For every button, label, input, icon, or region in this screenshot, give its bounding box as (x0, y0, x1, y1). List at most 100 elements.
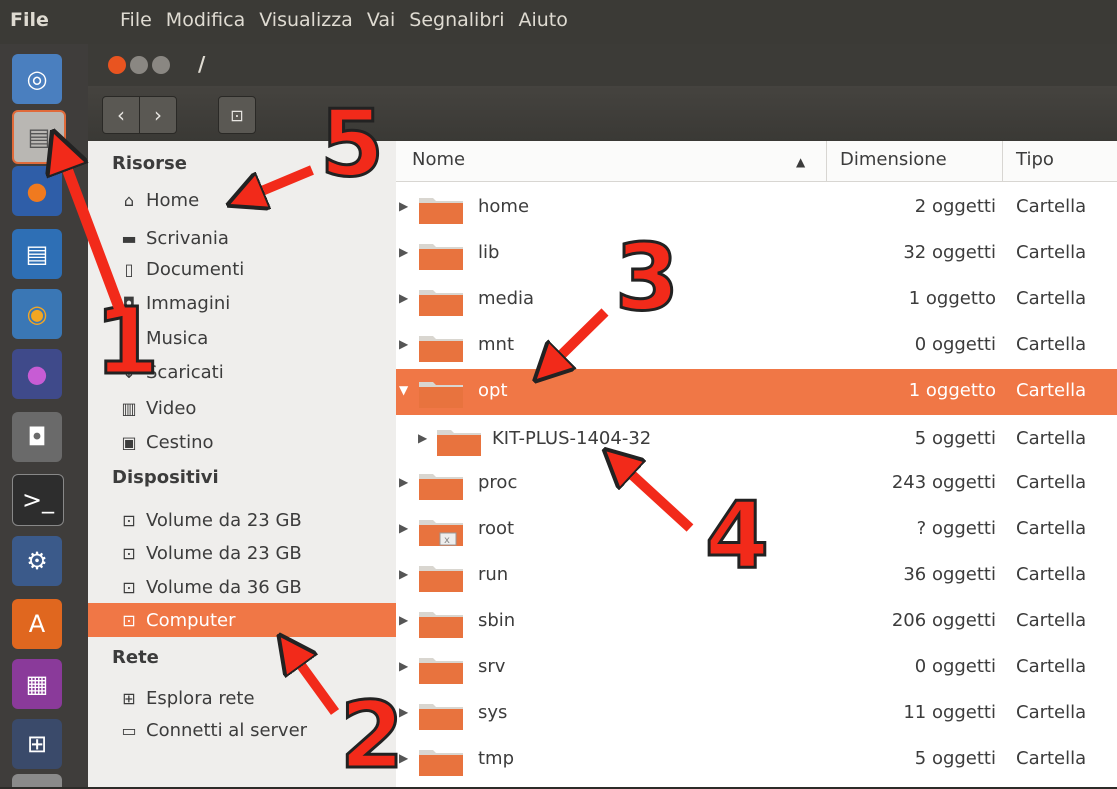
expander-closed-icon[interactable]: ▶ (399, 521, 408, 535)
table-row[interactable]: ▶ sys 11 oggetti Cartella (396, 691, 1117, 737)
file-type: Cartella (1016, 242, 1087, 263)
toolbar: ‹ › ⊡ (88, 86, 1117, 141)
table-row[interactable]: ▶ tmp 5 oggetti Cartella (396, 737, 1117, 783)
expander-closed-icon[interactable]: ▶ (399, 475, 408, 489)
folder-icon (418, 607, 464, 639)
table-row[interactable]: ▶ home 2 oggetti Cartella (396, 185, 1117, 231)
file-size: 2 oggetti (914, 196, 996, 217)
expander-closed-icon[interactable]: ▶ (399, 659, 408, 673)
table-row[interactable]: ▶ sbin 206 oggetti Cartella (396, 599, 1117, 645)
sidebar-item-label: Computer (146, 609, 236, 631)
drive-icon: ⊡ (122, 610, 136, 630)
software-center-icon[interactable]: A (12, 599, 62, 649)
sidebar-item-video[interactable]: ▥ Video (118, 393, 396, 423)
annotation-number-4: 4 (703, 482, 770, 589)
table-row[interactable]: ▶ srv 0 oggetti Cartella (396, 645, 1117, 691)
menu-bar: File Modifica Visualizza Vai Segnalibri … (120, 9, 568, 31)
file-size: 0 oggetti (914, 334, 996, 355)
column-dimensione[interactable]: Dimensione (840, 149, 947, 170)
folder-icon (436, 425, 482, 457)
menu-vai[interactable]: Vai (367, 9, 395, 31)
table-row[interactable]: ▶ KIT-PLUS-1404-32 5 oggetti Cartella (396, 417, 1117, 463)
chevron-right-icon: › (154, 103, 162, 127)
server-icon: ▭ (121, 720, 137, 740)
file-name: sbin (478, 610, 516, 631)
column-tipo[interactable]: Tipo (1016, 149, 1054, 170)
files-icon[interactable]: ▤ (12, 110, 66, 164)
menu-file[interactable]: File (120, 9, 152, 31)
menu-modifica[interactable]: Modifica (166, 9, 245, 31)
file-size: 1 oggetto (908, 380, 996, 401)
file-type: Cartella (1016, 288, 1087, 309)
workspace-switcher-icon[interactable]: ▦ (12, 659, 62, 709)
expander-closed-icon[interactable]: ▶ (399, 245, 408, 259)
forward-button[interactable]: › (139, 96, 177, 134)
menu-aiuto[interactable]: Aiuto (518, 9, 567, 31)
sidebar-item-cestino[interactable]: ▣ Cestino (118, 427, 396, 457)
file-name: root (478, 518, 515, 539)
expander-closed-icon[interactable]: ▶ (418, 431, 427, 445)
file-type: Cartella (1016, 702, 1087, 723)
expander-closed-icon[interactable]: ▶ (399, 613, 408, 627)
terminal-icon[interactable]: >_ (12, 474, 64, 526)
sidebar-item-scaricati[interactable]: ↓ Scaricati (118, 357, 396, 387)
menu-segnalibri[interactable]: Segnalibri (409, 9, 504, 31)
sidebar-item-label: Volume da 23 GB (146, 509, 302, 531)
folder-icon (418, 699, 464, 731)
sidebar-item-musica[interactable]: ♪ Musica (118, 323, 396, 353)
file-size: 206 oggetti (891, 610, 996, 631)
file-type: Cartella (1016, 656, 1087, 677)
sidebar-item-immagini[interactable]: ◘ Immagini (118, 288, 396, 318)
table-row[interactable]: ▶ media 1 oggetto Cartella (396, 277, 1117, 323)
settings-icon[interactable]: ⚙ (12, 536, 62, 586)
column-divider (1002, 141, 1003, 181)
locked-folder-icon: x (418, 515, 464, 547)
expander-closed-icon[interactable]: ▶ (399, 291, 408, 305)
menu-visualizza[interactable]: Visualizza (259, 9, 353, 31)
annotation-number-2: 2 (338, 682, 405, 789)
expander-closed-icon[interactable]: ▶ (399, 199, 408, 213)
sidebar-item-label: Home (146, 189, 200, 211)
ubuntu-dash-icon[interactable]: ◎ (12, 54, 62, 104)
maximize-icon[interactable] (152, 56, 170, 74)
sidebar-item-documenti[interactable]: ▯ Documenti (118, 254, 396, 284)
sidebar-item-volume-23gb-1[interactable]: ⊡ Volume da 23 GB (118, 505, 396, 535)
folder-icon (418, 193, 464, 225)
workspaces-icon[interactable]: ⊞ (12, 719, 62, 769)
location-computer-button[interactable]: ⊡ (218, 96, 256, 134)
sidebar-item-volume-36gb[interactable]: ⊡ Volume da 36 GB (118, 572, 396, 602)
window-titlebar (88, 44, 1117, 86)
sidebar-item-volume-23gb-2[interactable]: ⊡ Volume da 23 GB (118, 538, 396, 568)
table-row[interactable]: ▶ lib 32 oggetti Cartella (396, 231, 1117, 277)
close-icon[interactable] (108, 56, 126, 74)
top-menu-bar: File File Modifica Visualizza Vai Segnal… (0, 0, 1117, 44)
sidebar-item-scrivania[interactable]: ▬ Scrivania (118, 223, 396, 253)
sidebar-item-label: Esplora rete (146, 687, 255, 709)
expander-closed-icon[interactable]: ▶ (399, 337, 408, 351)
file-name: run (478, 564, 509, 585)
sort-ascending-icon[interactable]: ▲ (796, 155, 805, 169)
back-button[interactable]: ‹ (102, 96, 140, 134)
table-row[interactable]: ▶ mnt 0 oggetti Cartella (396, 323, 1117, 369)
expander-open-icon[interactable]: ▼ (399, 383, 408, 397)
table-row[interactable]: ▼ opt 1 oggetto Cartella (396, 369, 1117, 415)
film-icon: ▥ (121, 398, 137, 418)
minimize-icon[interactable] (130, 56, 148, 74)
file-name: proc (478, 472, 518, 493)
folder-icon (418, 745, 464, 777)
media-player-icon[interactable]: ● (12, 349, 62, 399)
annotation-number-3: 3 (613, 224, 680, 331)
sidebar-item-computer[interactable]: ⊡ Computer (88, 603, 396, 637)
writer-icon[interactable]: ▤ (12, 229, 62, 279)
sidebar-item-label: Volume da 36 GB (146, 576, 302, 598)
file-type: Cartella (1016, 380, 1087, 401)
firefox-icon[interactable]: ● (12, 166, 62, 216)
column-nome[interactable]: Nome (412, 149, 465, 170)
expander-closed-icon[interactable]: ▶ (399, 567, 408, 581)
cd-burner-icon[interactable]: ◉ (12, 289, 62, 339)
file-name: media (478, 288, 535, 309)
trash-icon[interactable] (12, 774, 62, 787)
folder-icon (418, 653, 464, 685)
camera-icon[interactable]: ◘ (12, 412, 62, 462)
file-type: Cartella (1016, 472, 1087, 493)
